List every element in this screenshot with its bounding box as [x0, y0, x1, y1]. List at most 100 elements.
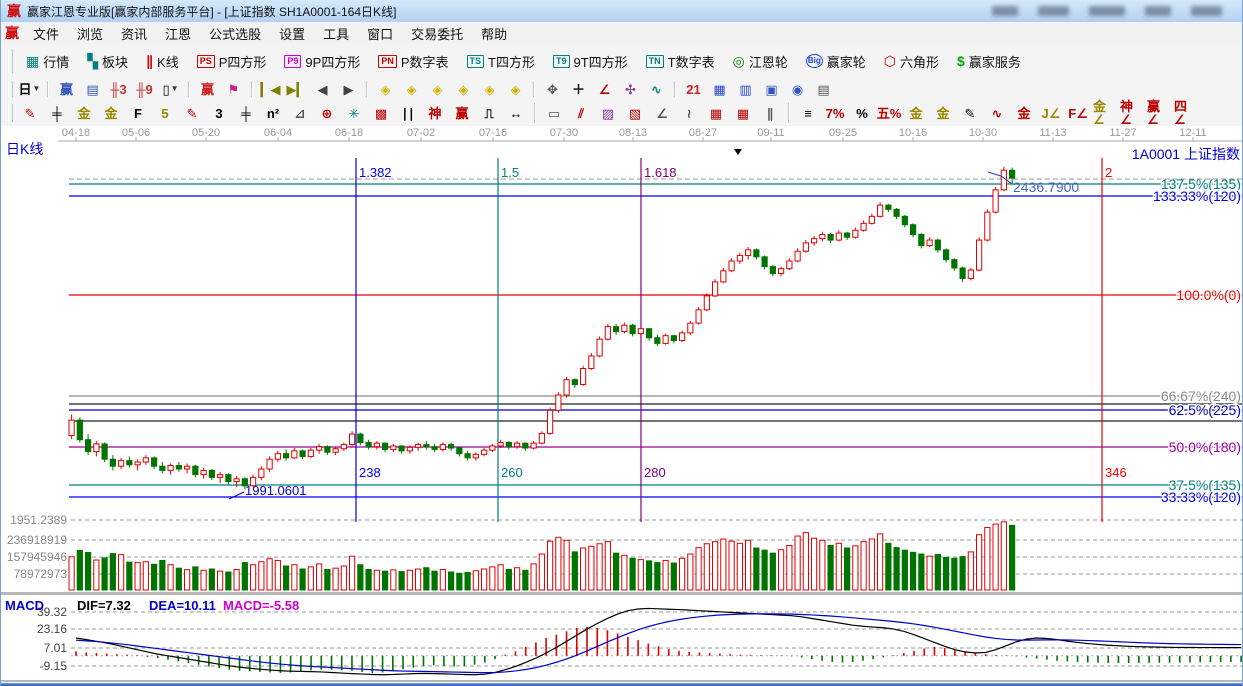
wave-tool-icon[interactable]: ∿ — [644, 79, 669, 100]
sectors-button[interactable]: ▚ 板块 — [79, 46, 136, 76]
drag-hand-icon[interactable]: ✥ — [540, 79, 565, 100]
pattern-3-icon[interactable]: ╫3 — [106, 79, 131, 100]
color-chart-icon[interactable]: ⚑ — [221, 79, 246, 100]
macd-title[interactable]: MACD — [5, 598, 44, 613]
shen-angle-icon[interactable]: 神∠ — [1119, 100, 1145, 126]
page-prev-icon[interactable]: ◀ — [310, 79, 335, 100]
save-icon[interactable]: ▣ — [759, 79, 784, 100]
menu-item-浏览[interactable]: 浏览 — [69, 22, 111, 45]
percent-icon[interactable]: % — [849, 101, 875, 125]
candle-pen-icon[interactable]: ✎ — [957, 101, 983, 125]
grid-marks-2-icon[interactable]: ╪ — [233, 101, 259, 125]
shen-grid-icon[interactable]: 神 — [422, 101, 448, 125]
menu-item-交易委托[interactable]: 交易委托 — [403, 22, 471, 45]
red-curve-icon[interactable]: ∿ — [984, 101, 1010, 125]
period-day-icon[interactable]: 日 ▼ — [17, 79, 42, 100]
win-grid-icon[interactable]: 赢 — [449, 101, 475, 125]
grid-marks-icon[interactable]: ╪ — [44, 101, 70, 125]
t-number-table-button[interactable]: TN T数字表 — [638, 46, 723, 76]
goto-first-icon[interactable]: ▎◀ — [258, 79, 283, 100]
menu-item-工具[interactable]: 工具 — [315, 22, 357, 45]
menu-item-设置[interactable]: 设置 — [271, 22, 313, 45]
ruler-123-icon[interactable]: ⎍ — [476, 101, 502, 125]
circle-3-icon[interactable]: 3 — [206, 101, 232, 125]
angle-lines-icon[interactable]: ∠ — [649, 101, 675, 125]
zoom-left-icon[interactable]: ◈ — [373, 79, 398, 100]
calendar-21-icon[interactable]: 21 — [681, 79, 706, 100]
candle-style-icon[interactable]: ▯ ▼ — [158, 79, 183, 100]
percent-7-icon[interactable]: 7% — [822, 101, 848, 125]
goto-last-icon[interactable]: ▶▎ — [284, 79, 309, 100]
zoom-right-icon[interactable]: ◈ — [399, 79, 424, 100]
box-fan-icon[interactable]: ▧ — [622, 101, 648, 125]
t-square-button[interactable]: TS T四方形 — [459, 46, 543, 76]
pen-red-icon[interactable]: ✎ — [17, 101, 43, 125]
zoom-reset-icon[interactable]: ◈ — [503, 79, 528, 100]
winner-wheel-button[interactable]: Big 赢家轮 — [798, 46, 874, 76]
9p-square-button[interactable]: P9 9P四方形 — [276, 46, 368, 76]
web-box-icon[interactable]: ▩ — [368, 101, 394, 125]
page-next-icon[interactable]: ▶ — [336, 79, 361, 100]
fibonacci-icon[interactable]: F — [125, 101, 151, 125]
winner-service-button[interactable]: $ 赢家服务 — [949, 46, 1029, 76]
circle-cross-icon[interactable]: ⊕ — [314, 101, 340, 125]
menu-item-窗口[interactable]: 窗口 — [359, 22, 401, 45]
win-red-icon[interactable]: 赢 — [195, 79, 220, 100]
menu-item-江恩[interactable]: 江恩 — [157, 22, 199, 45]
menu-item-文件[interactable]: 文件 — [25, 22, 67, 45]
zoom-h-shrink-icon[interactable]: ◈ — [451, 79, 476, 100]
percent-wu-icon[interactable]: 五% — [876, 101, 902, 125]
box-dashed-icon[interactable]: ▭ — [541, 101, 567, 125]
mirror-angle-icon[interactable]: ⊿ — [287, 101, 313, 125]
bars-tool-icon[interactable]: ≡ — [795, 101, 821, 125]
purple-box-icon[interactable]: ▨ — [595, 101, 621, 125]
zigzag-icon[interactable]: ≀ — [676, 101, 702, 125]
gold-red-icon[interactable]: 金 — [1011, 101, 1037, 125]
winner-logo-icon[interactable]: 赢 — [54, 79, 79, 100]
crosshair-icon[interactable]: ＋ — [566, 79, 591, 100]
zoom-h-expand-icon[interactable]: ◈ — [425, 79, 450, 100]
star-web-icon[interactable]: ✳ — [341, 101, 367, 125]
gold-angle-icon[interactable]: 金∠ — [1092, 100, 1118, 126]
p-number-table-button[interactable]: PN P数字表 — [370, 46, 456, 76]
fan-lines-icon[interactable]: ⫽ — [568, 101, 594, 125]
quotes-button[interactable]: ▦ 行情 — [18, 46, 77, 76]
parallel-lines-icon[interactable]: ∥ — [757, 101, 783, 125]
print-icon[interactable]: ▤ — [811, 79, 836, 100]
zoom-all-icon[interactable]: ◈ — [477, 79, 502, 100]
menu-item-帮助[interactable]: 帮助 — [473, 22, 515, 45]
chart-export-icon[interactable]: ◉ — [785, 79, 810, 100]
menu-item-公式选股[interactable]: 公式选股 — [201, 22, 269, 45]
9t-square-button[interactable]: T9 9T四方形 — [545, 46, 636, 76]
menu-item-资讯[interactable]: 资讯 — [113, 22, 155, 45]
p-square-button[interactable]: PS P四方形 — [189, 46, 275, 76]
gann-wheel-button[interactable]: ◎ 江恩轮 — [725, 46, 796, 76]
gold-line-icon[interactable]: 金 — [930, 101, 956, 125]
kline-button[interactable]: ∥ K线 — [138, 46, 187, 76]
notes-icon[interactable]: ▤ — [80, 79, 105, 100]
golden-section-a-icon[interactable]: 金 — [71, 101, 97, 125]
calculator-icon[interactable]: ▦ — [707, 79, 732, 100]
tick-lines-icon[interactable]: ∣∣ — [395, 101, 421, 125]
angle-line-icon[interactable]: ∠ — [592, 79, 617, 100]
n-square-icon[interactable]: n² — [260, 101, 286, 125]
gold-circle-icon[interactable]: 金 — [903, 101, 929, 125]
win-angle-icon[interactable]: 赢∠ — [1146, 100, 1172, 126]
toolbar-grip[interactable] — [8, 103, 13, 123]
measure-h-icon[interactable]: ↔ — [503, 101, 529, 125]
gann-tool-icon[interactable]: ✣ — [618, 79, 643, 100]
red-grid-b-icon[interactable]: ▦ — [730, 101, 756, 125]
chart-area[interactable]: 04-18 05-06 05-20 06-04 06-18 07-02 07-16 07-30… — [1, 126, 1242, 683]
pen-red-2-icon[interactable]: ✎ — [179, 101, 205, 125]
pattern-9-icon[interactable]: ╫9 — [132, 79, 157, 100]
toolbar-grip[interactable] — [8, 81, 13, 97]
hexagon-button[interactable]: ⬡ 六角形 — [876, 46, 947, 76]
f-angle-icon[interactable]: F∠ — [1065, 101, 1091, 125]
j-angle-icon[interactable]: J∠ — [1038, 101, 1064, 125]
spiral-5-icon[interactable]: 5 — [152, 101, 178, 125]
golden-section-b-icon[interactable]: 金 — [98, 101, 124, 125]
four-angle-icon[interactable]: 四∠ — [1173, 100, 1199, 126]
report-list-icon[interactable]: ▥ — [733, 79, 758, 100]
toolbar-grip[interactable] — [8, 49, 13, 73]
red-grid-a-icon[interactable]: ▦ — [703, 101, 729, 125]
